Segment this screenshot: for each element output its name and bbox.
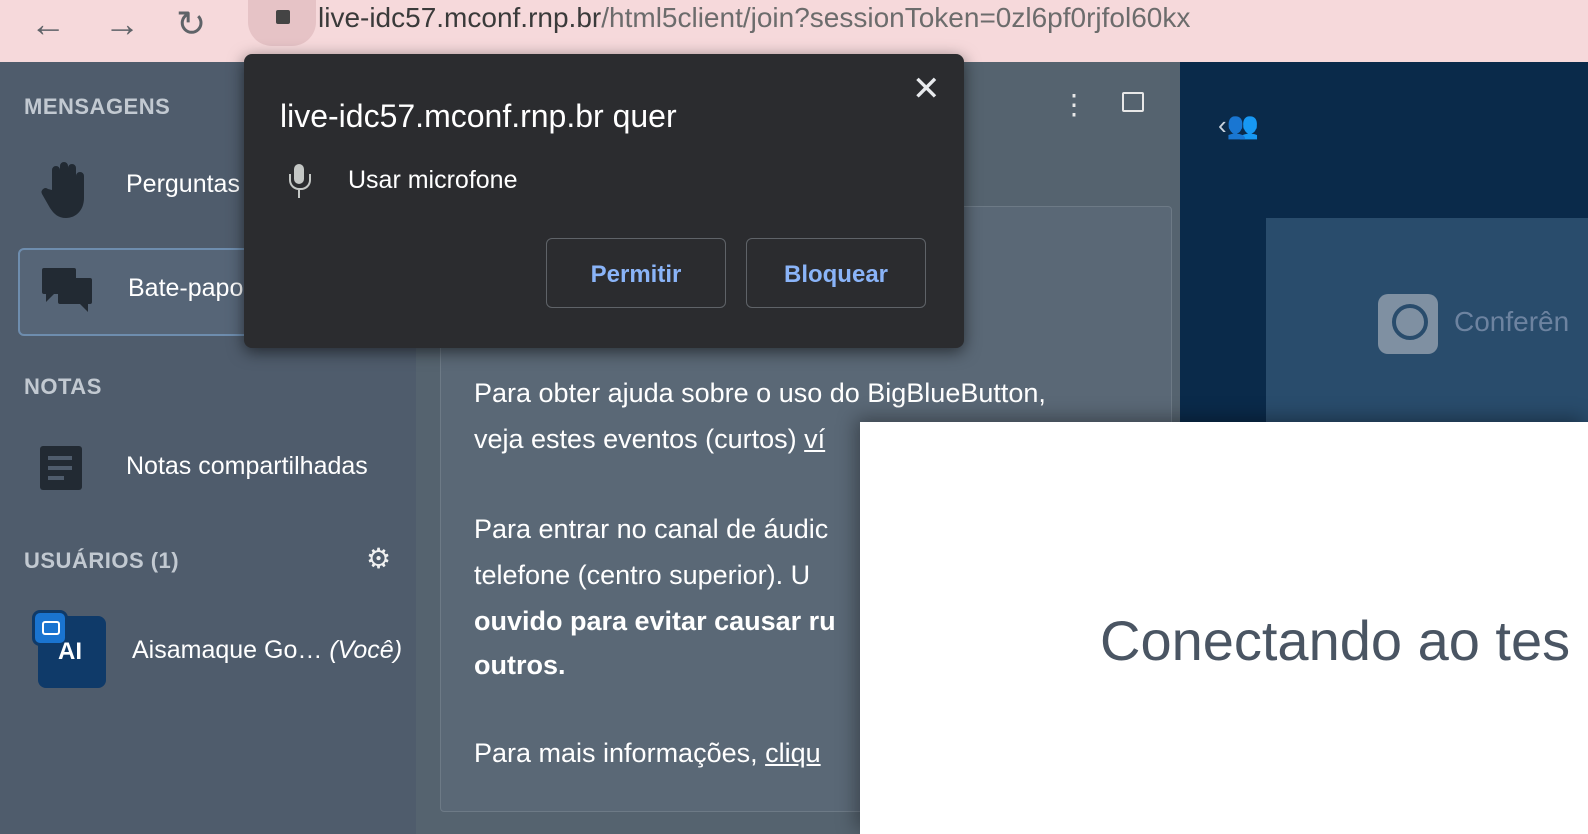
sidebar-item-label: Notas compartilhadas (126, 452, 368, 480)
conference-label: Conferên (1454, 306, 1570, 337)
notes-section-title: NOTAS (24, 374, 102, 399)
user-self-label: (Você) (329, 636, 403, 664)
sidebar-item-label: Bate-papo (128, 274, 244, 302)
chat-audio-line-3: ouvido para evitar causar ru (474, 606, 836, 636)
lock-icon (276, 10, 290, 24)
avatar[interactable]: AI (32, 610, 106, 688)
user-list-item[interactable]: Aisamaque Go… (Você) (132, 636, 402, 665)
sidebar-item-label: Perguntas (126, 170, 240, 198)
allow-button[interactable]: Permitir (546, 238, 726, 308)
messages-section-title: MENSAGENS (24, 94, 171, 119)
chat-audio-line-2: telefone (centro superior). U (474, 552, 810, 598)
gear-icon[interactable]: ⚙ (366, 542, 391, 575)
connecting-text: Conectando ao tes (1100, 609, 1571, 672)
unlock-icon[interactable] (1122, 92, 1144, 112)
videos-link[interactable]: ví (804, 424, 825, 454)
forward-arrow-icon[interactable]: → (104, 2, 140, 46)
permission-request: Usar microfone (348, 166, 518, 194)
block-button[interactable]: Bloquear (746, 238, 926, 308)
chat-info-line: Para mais informações, cliqu (474, 730, 821, 776)
microphone-permission-popup: live-idc57.mconf.rnp.br quer ✕ Usar micr… (244, 54, 964, 348)
sidebar-item-shared-notes[interactable]: Notas compartilhadas (18, 428, 414, 512)
connecting-modal: Conectando ao tes (860, 422, 1588, 834)
user-name: Aisamaque Go… (132, 636, 323, 664)
users-toggle-icon[interactable]: ‹👥 (1218, 110, 1259, 141)
permission-title: live-idc57.mconf.rnp.br quer (280, 98, 677, 134)
chat-audio-line-4: outros. (474, 650, 566, 680)
url-text[interactable]: live-idc57.mconf.rnp.br/html5client/join… (318, 0, 1190, 40)
chat-audio-line-2-text: telefone (centro superior). U (474, 560, 811, 590)
more-options-icon[interactable]: ⋮ (1060, 88, 1088, 121)
url-host: live-idc57.mconf.rnp.br (318, 2, 602, 33)
notes-icon (40, 446, 82, 490)
browser-toolbar: ← → ↻ live-idc57.mconf.rnp.br/html5clien… (0, 0, 1588, 62)
raised-hand-icon (41, 162, 84, 218)
chat-bubbles-icon (42, 268, 92, 312)
more-info-link[interactable]: cliqu (765, 738, 821, 768)
reload-icon[interactable]: ↻ (176, 2, 206, 46)
chat-info-text: Para mais informações, (474, 738, 766, 768)
chat-help-line-2: veja estes eventos (curtos) ví (474, 416, 825, 462)
back-arrow-icon[interactable]: ← (30, 2, 66, 46)
url-path: /html5client/join?sessionToken=0zl6pf0rj… (601, 2, 1191, 33)
close-icon[interactable]: ✕ (912, 72, 941, 106)
avatar-initials: AI (58, 638, 82, 665)
users-section-title: USUÁRIOS (1) (24, 548, 180, 573)
chat-audio-line-1: Para entrar no canal de áudic (474, 514, 829, 544)
microphone-icon (286, 164, 312, 204)
chat-help-line-1: Para obter ajuda sobre o uso do BigBlueB… (474, 378, 1046, 408)
webcam-icon (1378, 294, 1438, 354)
chat-help-text: veja estes eventos (curtos) (474, 424, 805, 454)
